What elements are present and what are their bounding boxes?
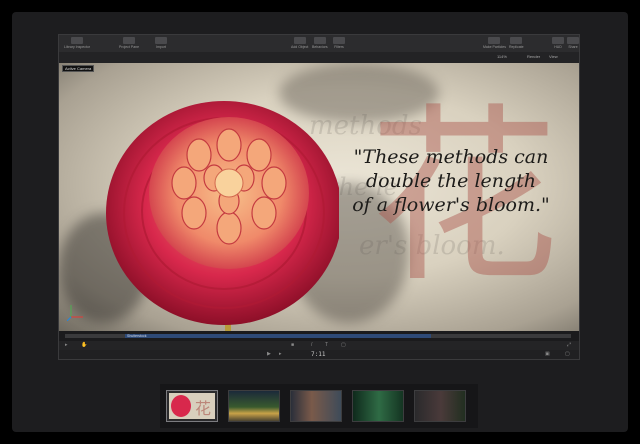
thumbnail-flower (171, 395, 191, 417)
make-particles-label: Make Particles (483, 45, 506, 49)
select-tool-icon[interactable]: ▸ (65, 342, 68, 348)
filters-button[interactable]: Filters (333, 37, 345, 49)
thumbnail-kanji: 花 (195, 401, 212, 418)
import-icon (155, 37, 167, 44)
project-pane-label: Project Pane (119, 45, 140, 49)
pen-tool-icon[interactable]: / (311, 342, 312, 348)
thumbnail-landscape[interactable] (228, 390, 280, 422)
library-inspector-label: Library Inspector (64, 45, 91, 49)
particles-icon (488, 37, 501, 44)
play-button-icon[interactable]: ▶ (267, 351, 271, 357)
quote-line: double the length (365, 170, 537, 192)
quote-line: of a flower's bloom." (352, 194, 550, 216)
quote-text-layer[interactable]: "These methods can double the length of … (341, 145, 561, 217)
thumbnail-canvas (291, 391, 341, 421)
filters-label: Filters (334, 45, 344, 49)
thumbnail-sports[interactable] (352, 390, 404, 422)
hud-icon (552, 37, 564, 44)
timecode-display: 7:11 (311, 351, 326, 358)
fullscreen-icon[interactable]: ▢ (565, 351, 570, 357)
add-object-icon (293, 37, 306, 44)
share-icon (567, 37, 579, 44)
quote-line: "These methods can (353, 146, 549, 168)
behaviors-icon (313, 37, 326, 44)
render-popup[interactable]: Render (527, 54, 540, 59)
mini-timeline[interactable]: Shutterstock (59, 331, 579, 341)
hud-button[interactable]: HUD (552, 37, 564, 49)
replicate-icon (510, 37, 523, 44)
import-button[interactable]: Import (155, 37, 167, 49)
library-inspector-button[interactable]: Library Inspector (64, 37, 90, 49)
pan-tool-icon[interactable]: ✋ (81, 342, 87, 348)
add-object-button[interactable]: Add Object (291, 37, 308, 49)
main-toolbar: Library Inspector Project Pane Import Ad… (59, 35, 579, 53)
canvas-tools-row: ▸ ✋ ■ / T ▢ ⤢ (59, 341, 579, 350)
thumbnail-interface[interactable] (414, 390, 466, 422)
thumbnail-canvas (353, 391, 403, 421)
active-camera-popup[interactable]: Active Camera (62, 65, 95, 72)
thumbnail-canvas (229, 391, 279, 421)
project-pane-icon (123, 37, 136, 44)
add-object-label: Add Object (291, 45, 309, 49)
text-tool-icon[interactable]: T (325, 342, 328, 348)
project-pane-button[interactable]: Project Pane (119, 37, 139, 49)
canvas-viewer[interactable]: methods the le er's bloom. 花 "These meth… (59, 63, 579, 331)
share-label: Share (568, 45, 578, 49)
timeline-clip-label: Shutterstock (127, 334, 147, 338)
shape-tool-icon[interactable]: ■ (291, 342, 294, 348)
replicate-button[interactable]: Replicate (509, 37, 524, 49)
view-popup[interactable]: View (549, 54, 558, 59)
layout-toggle-icon[interactable]: ▣ (545, 351, 550, 357)
import-label: Import (156, 45, 166, 49)
thumbnail-canvas (415, 391, 465, 421)
behaviors-label: Behaviors (312, 45, 328, 49)
project-thumbnail-strip: 花 (160, 384, 478, 428)
thumbnail-flower-quote[interactable]: 花 (166, 390, 218, 422)
thumbnail-people[interactable] (290, 390, 342, 422)
make-particles-button[interactable]: Make Particles (483, 37, 506, 49)
mask-tool-icon[interactable]: ▢ (341, 342, 346, 348)
expand-icon[interactable]: ⤢ (567, 342, 571, 348)
replicate-label: Replicate (509, 45, 524, 49)
timeline-clip[interactable] (125, 334, 431, 338)
step-forward-icon[interactable]: ▸ (279, 351, 282, 357)
filters-icon (333, 37, 345, 44)
share-button[interactable]: Share (567, 37, 579, 49)
3d-axis-gizmo-icon (67, 305, 83, 321)
behaviors-button[interactable]: Behaviors (312, 37, 328, 49)
zoom-level-popup[interactable]: 114% (497, 54, 507, 59)
library-icon (71, 37, 84, 44)
hud-label: HUD (554, 45, 562, 49)
dahlia-flower-image (106, 101, 339, 331)
motion-app-window: Library Inspector Project Pane Import Ad… (58, 34, 580, 360)
